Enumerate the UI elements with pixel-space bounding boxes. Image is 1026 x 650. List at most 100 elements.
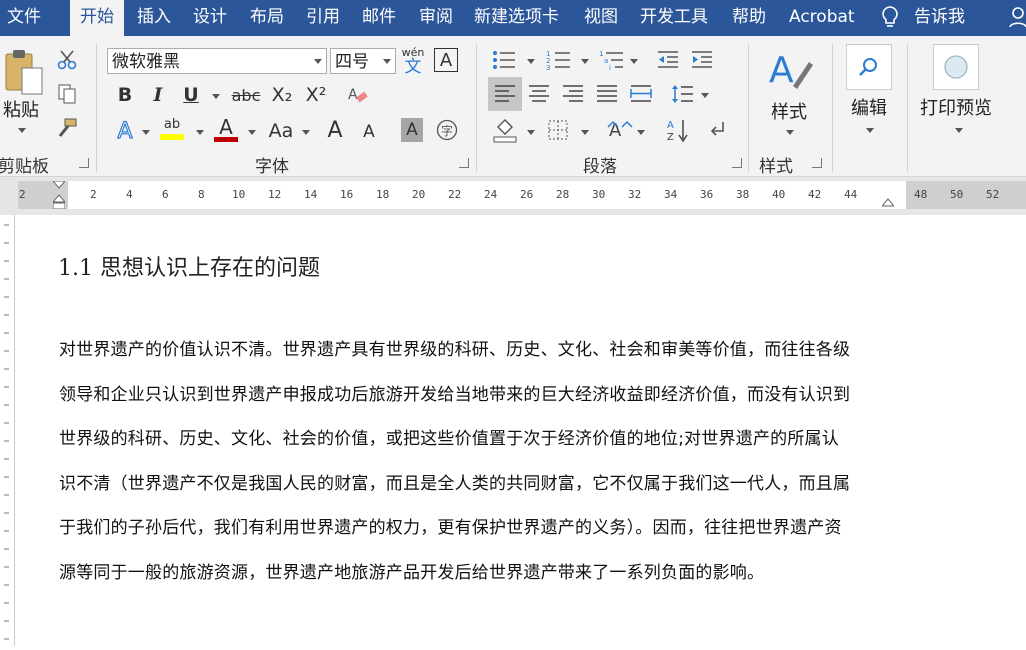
font-color-icon[interactable]: A — [212, 114, 240, 144]
paste-icon[interactable] — [2, 48, 46, 98]
tab-insert[interactable]: 插入 — [137, 0, 171, 36]
show-marks-icon[interactable] — [706, 118, 730, 142]
line-spacing-dropdown-icon[interactable] — [701, 93, 709, 98]
text-effects-dropdown-icon[interactable] — [142, 130, 150, 135]
bullets-icon[interactable] — [490, 48, 518, 72]
increase-indent-icon[interactable] — [689, 48, 715, 72]
print-preview-dropdown-icon[interactable] — [955, 128, 963, 133]
print-preview-icon[interactable] — [933, 44, 979, 90]
highlight-color-icon[interactable]: ab — [158, 114, 186, 144]
sort-icon[interactable]: AZ — [665, 116, 689, 144]
tab-view[interactable]: 视图 — [584, 0, 618, 36]
character-shading-button[interactable]: A — [401, 118, 423, 142]
font-color-dropdown-icon[interactable] — [248, 130, 256, 135]
borders-dropdown-icon[interactable] — [581, 130, 589, 135]
chinese-layout-dropdown-icon[interactable] — [637, 130, 645, 135]
tab-new-tab[interactable]: 新建选项卡 — [474, 0, 559, 36]
copy-icon[interactable] — [55, 82, 79, 106]
heading-1-1[interactable]: 1.1 思想认识上存在的问题 — [58, 250, 320, 282]
paragraph-line[interactable]: 世界级的科研、历史、文化、社会的价值，或把这些价值置于次于经济价值的地位;对世界… — [59, 424, 839, 449]
align-right-icon[interactable] — [561, 82, 585, 106]
tab-developer[interactable]: 开发工具 — [640, 0, 708, 36]
phonetic-guide-button[interactable]: wén 文 — [400, 45, 426, 77]
underline-button[interactable]: U — [180, 82, 202, 108]
font-size-dropdown-icon[interactable] — [383, 59, 391, 64]
shrink-font-button[interactable]: A — [358, 120, 380, 144]
paste-label[interactable]: 粘贴 — [3, 96, 39, 122]
bullets-dropdown-icon[interactable] — [527, 59, 535, 64]
right-indent-marker-icon[interactable] — [880, 195, 896, 209]
paragraph-line[interactable]: 于我们的子孙后代，我们有利用世界遗产的权力，更有保护世界遗产的义务）。因而，往往… — [59, 513, 842, 538]
clipboard-group-label: 剪贴板 — [0, 157, 49, 177]
grow-font-button[interactable]: A — [323, 116, 347, 144]
multilevel-list-icon[interactable]: 1ai — [598, 48, 626, 72]
ruler-tick: 10 — [232, 188, 246, 201]
underline-dropdown-icon[interactable] — [212, 94, 220, 99]
multilevel-dropdown-icon[interactable] — [630, 59, 638, 64]
vertical-ruler[interactable] — [0, 215, 15, 646]
tab-acrobat[interactable]: Acrobat — [789, 0, 855, 36]
strikethrough-button[interactable]: abc — [230, 82, 262, 108]
paste-dropdown-icon[interactable] — [18, 128, 26, 133]
paragraph-line[interactable]: 源等同于一般的旅游资源，世界遗产地旅游产品开发后给世界遗产带来了一系列负面的影响… — [59, 558, 764, 583]
horizontal-ruler[interactable]: 2 2 4 6 8 10 12 14 16 18 20 22 24 26 28 … — [18, 180, 1026, 210]
change-case-dropdown-icon[interactable] — [302, 130, 310, 135]
print-preview-label[interactable]: 打印预览 — [920, 94, 992, 120]
highlight-dropdown-icon[interactable] — [196, 130, 204, 135]
phonetic-guide-top: wén — [401, 45, 425, 59]
styles-dropdown-icon[interactable] — [786, 130, 794, 135]
phonetic-guide-bottom: 文 — [404, 56, 422, 77]
align-left-icon[interactable] — [488, 77, 522, 111]
font-size-value: 四号 — [335, 52, 369, 72]
tell-me-search[interactable]: 告诉我 — [914, 0, 965, 36]
svg-text:A: A — [667, 120, 674, 131]
user-icon[interactable] — [1008, 0, 1026, 36]
distributed-icon[interactable] — [628, 82, 654, 106]
font-name-combo[interactable]: 微软雅黑 — [107, 48, 327, 74]
editing-dropdown-icon[interactable] — [866, 128, 874, 133]
character-border-icon[interactable]: A — [434, 48, 458, 72]
bold-button[interactable]: B — [114, 82, 136, 108]
change-case-button[interactable]: Aa — [264, 118, 298, 144]
clipboard-launcher-icon[interactable] — [79, 158, 89, 168]
justify-icon[interactable] — [595, 82, 619, 106]
find-search-icon[interactable] — [846, 44, 892, 90]
group-divider — [748, 44, 749, 172]
decrease-indent-icon[interactable] — [655, 48, 681, 72]
tab-design[interactable]: 设计 — [193, 0, 227, 36]
tab-file[interactable]: 文件 — [7, 0, 41, 36]
format-painter-icon[interactable] — [55, 116, 79, 140]
tab-review[interactable]: 审阅 — [419, 0, 453, 36]
styles-icon[interactable]: A — [766, 46, 814, 92]
borders-icon[interactable] — [546, 118, 570, 142]
chinese-layout-icon[interactable]: A — [606, 118, 634, 142]
clear-formatting-icon[interactable]: A — [345, 82, 371, 108]
tab-layout[interactable]: 布局 — [250, 0, 284, 36]
font-launcher-icon[interactable] — [459, 158, 469, 168]
styles-launcher-icon[interactable] — [812, 158, 822, 168]
styles-label[interactable]: 样式 — [771, 98, 807, 124]
text-effects-icon[interactable]: A — [112, 118, 138, 144]
numbering-icon[interactable]: 123 — [545, 48, 573, 72]
shading-dropdown-icon[interactable] — [527, 130, 535, 135]
paragraph-line[interactable]: 识不清（世界遗产不仅是我国人民的财富，而且是全人类的共同财富，它不仅属于我们这一… — [59, 469, 850, 494]
first-line-indent-marker-icon[interactable] — [51, 180, 67, 210]
superscript-button[interactable]: X² — [304, 82, 328, 108]
font-name-dropdown-icon[interactable] — [314, 59, 322, 64]
tab-references[interactable]: 引用 — [306, 0, 340, 36]
paragraph-line[interactable]: 领导和企业只认识到世界遗产申报成功后旅游开发给当地带来的巨大经济收益即经济价值，… — [59, 380, 850, 405]
paragraph-launcher-icon[interactable] — [732, 158, 742, 168]
editing-label[interactable]: 编辑 — [851, 94, 887, 120]
subscript-button[interactable]: X₂ — [270, 82, 294, 108]
tab-mailings[interactable]: 邮件 — [362, 0, 396, 36]
paragraph-line[interactable]: 对世界遗产的价值认识不清。世界遗产具有世界级的科研、历史、文化、社会和审美等价值… — [59, 335, 850, 360]
cut-icon[interactable] — [55, 48, 79, 72]
tab-home[interactable]: 开始 — [70, 0, 124, 36]
italic-button[interactable]: I — [147, 82, 169, 108]
numbering-dropdown-icon[interactable] — [581, 59, 589, 64]
shading-icon[interactable] — [491, 116, 519, 144]
line-spacing-icon[interactable] — [669, 82, 695, 106]
enclose-characters-icon[interactable]: 字 — [435, 118, 459, 142]
tab-help[interactable]: 帮助 — [732, 0, 766, 36]
align-center-icon[interactable] — [527, 82, 551, 106]
